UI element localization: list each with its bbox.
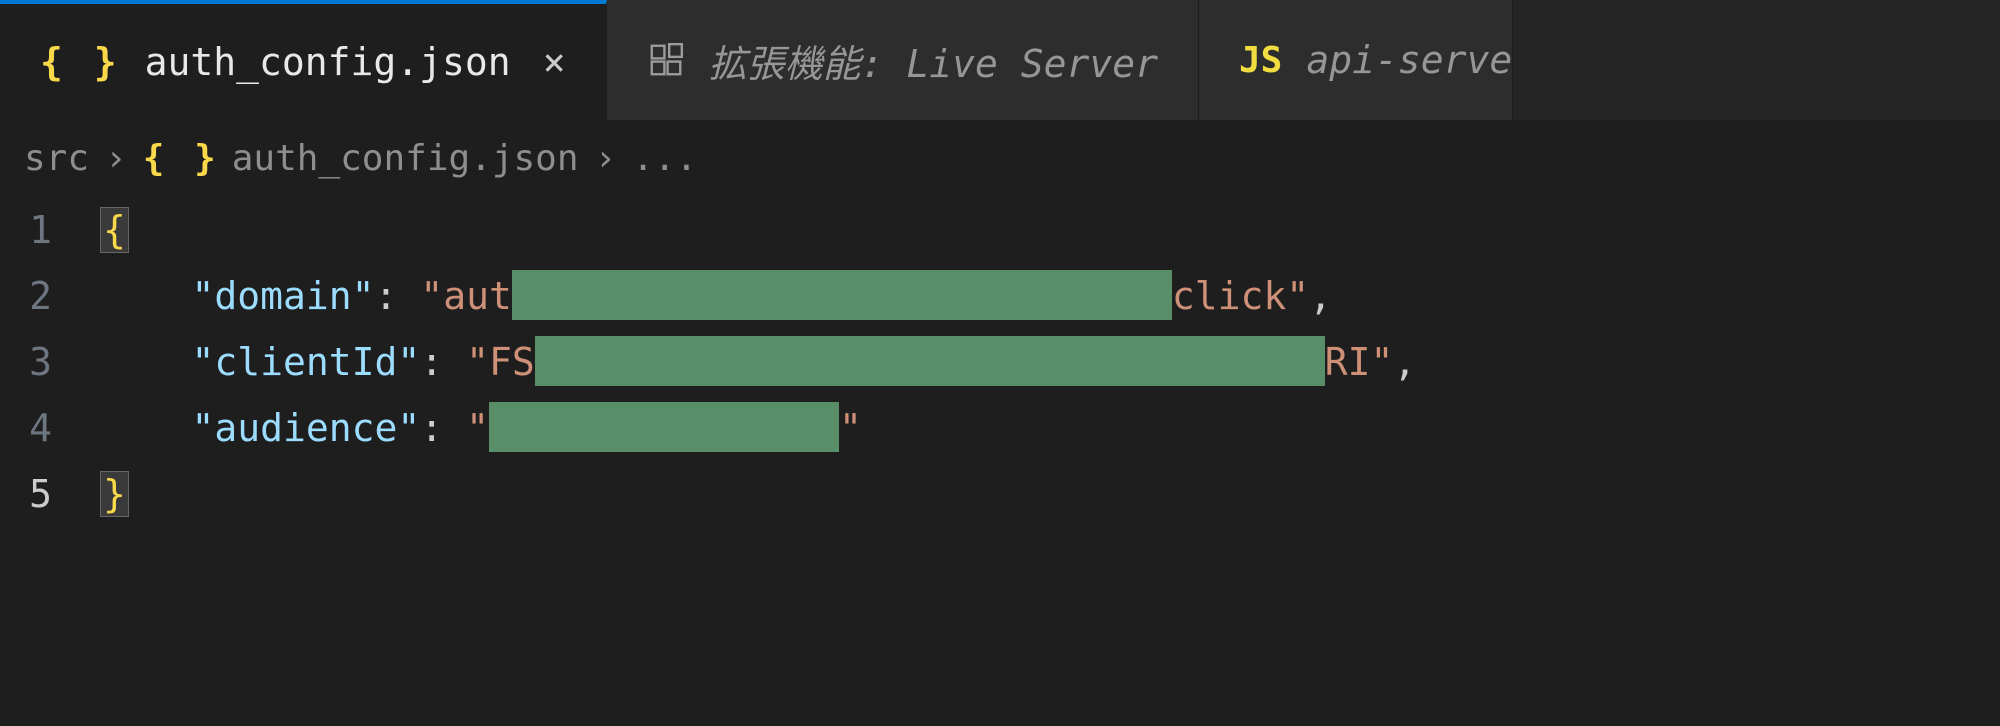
json-value: "FS (466, 340, 535, 384)
tab-auth-config[interactable]: { } auth_config.json × (0, 0, 607, 120)
breadcrumb-folder[interactable]: src (24, 138, 89, 179)
tab-api-serve[interactable]: JS api-serve (1199, 0, 1513, 120)
code-content[interactable]: { "domain": "autclick", "clientId": "FSR… (100, 197, 2000, 527)
breadcrumb-overflow[interactable]: ... (632, 138, 697, 179)
line-gutter: 1 2 3 4 5 (0, 197, 100, 527)
breadcrumb: src › { } auth_config.json › ... (0, 120, 2000, 197)
json-file-icon: { } (143, 138, 220, 179)
tab-label: 拡張機能: Live Server (709, 33, 1158, 88)
redacted-block (489, 402, 839, 452)
chevron-right-icon: › (105, 138, 127, 179)
tab-label: api-serve (1306, 38, 1512, 82)
code-line: "audience": "" (100, 395, 2000, 461)
json-file-icon: { } (40, 40, 121, 84)
redacted-block (512, 270, 1172, 320)
line-number: 3 (24, 329, 52, 395)
line-number: 1 (24, 197, 52, 263)
json-key: "clientId" (192, 340, 421, 384)
line-number: 4 (24, 395, 52, 461)
json-key: "domain" (192, 274, 375, 318)
extensions-icon (647, 41, 685, 79)
code-line: { (100, 197, 2000, 263)
close-brace: } (100, 471, 129, 517)
line-number: 5 (24, 461, 52, 527)
json-value: click" (1172, 274, 1309, 318)
line-number: 2 (24, 263, 52, 329)
json-key: "audience" (192, 406, 421, 450)
json-value: " (839, 406, 862, 450)
breadcrumb-file-label: auth_config.json (232, 138, 579, 179)
chevron-right-icon: › (595, 138, 617, 179)
redacted-block (535, 336, 1325, 386)
tab-label: auth_config.json (145, 40, 511, 84)
tab-bar: { } auth_config.json × 拡張機能: Live Server… (0, 0, 2000, 120)
json-value: "aut (420, 274, 512, 318)
js-file-icon: JS (1239, 40, 1282, 81)
json-value: " (466, 406, 489, 450)
open-brace: { (100, 207, 129, 253)
close-icon[interactable]: × (543, 43, 566, 81)
tab-live-server[interactable]: 拡張機能: Live Server (607, 0, 1199, 120)
code-line: "domain": "autclick", (100, 263, 2000, 329)
code-line: } (100, 461, 2000, 527)
code-editor[interactable]: 1 2 3 4 5 { "domain": "autclick", "clien… (0, 197, 2000, 527)
json-value: RI" (1325, 340, 1394, 384)
code-line: "clientId": "FSRI", (100, 329, 2000, 395)
breadcrumb-file[interactable]: { } auth_config.json (143, 138, 579, 179)
